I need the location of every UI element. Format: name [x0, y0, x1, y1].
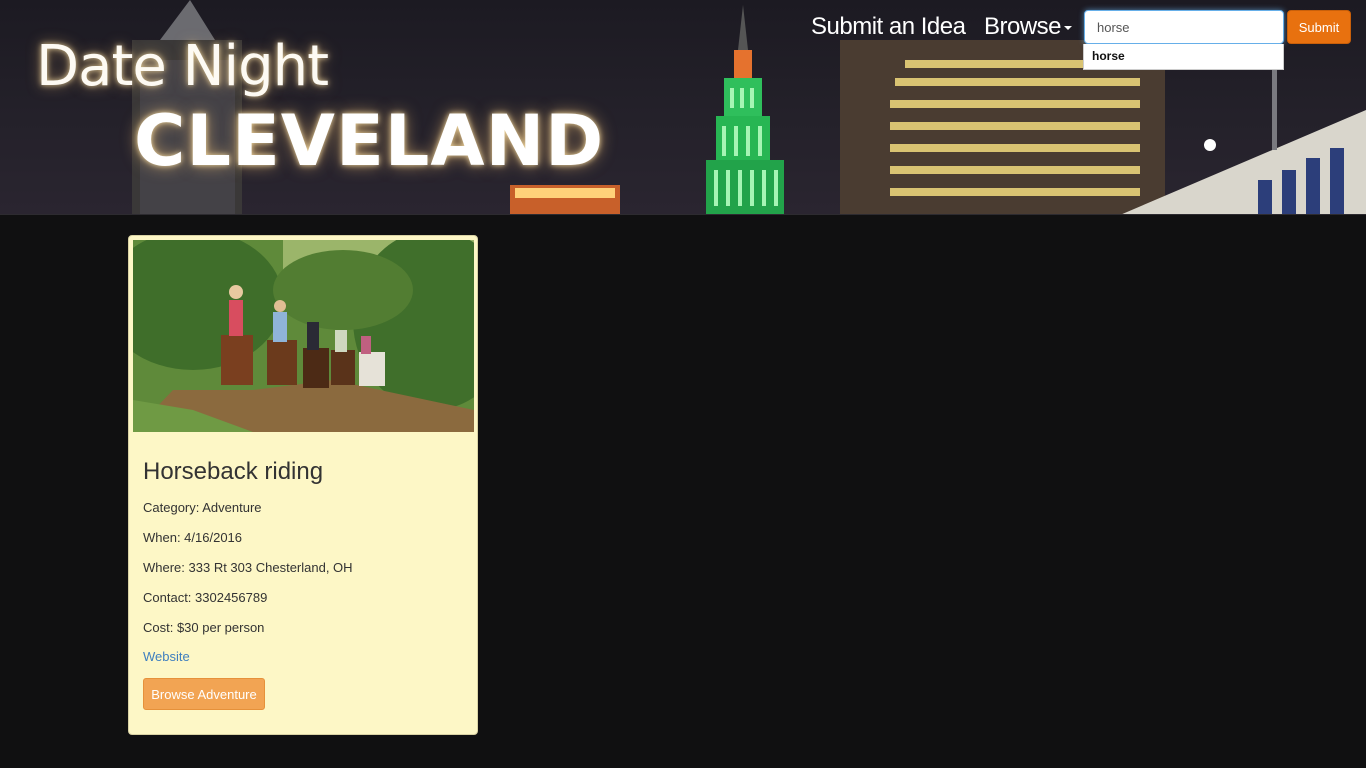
search-submit-button[interactable]: Submit	[1287, 10, 1351, 44]
card-category: Category: Adventure	[143, 500, 262, 515]
horseback-riding-photo	[133, 240, 474, 432]
card-where: Where: 333 Rt 303 Chesterland, OH	[143, 560, 353, 575]
search-input[interactable]	[1084, 10, 1284, 44]
card-cost: Cost: $30 per person	[143, 620, 265, 635]
browse-adventure-button[interactable]: Browse Adventure	[143, 678, 265, 710]
header-banner: Date Night CLEVELAND Submit an Idea Brow…	[0, 0, 1366, 215]
search-autocomplete-dropdown: horse	[1083, 44, 1284, 70]
nav-browse-label: Browse	[984, 13, 1062, 40]
card-website-link[interactable]: Website	[143, 649, 190, 664]
autocomplete-suggestion[interactable]: horse	[1092, 49, 1125, 63]
caret-down-icon	[1064, 25, 1073, 30]
date-idea-card: Horseback riding Category: Adventure Whe…	[128, 235, 478, 735]
logo-cleveland: CLEVELAND	[134, 100, 605, 182]
logo-date-night: Date Night	[36, 34, 329, 99]
nav-submit-idea-link[interactable]: Submit an Idea	[811, 10, 966, 44]
card-title: Horseback riding	[143, 458, 324, 485]
card-when: When: 4/16/2016	[143, 530, 243, 545]
nav-browse-dropdown[interactable]: Browse	[984, 10, 1073, 44]
card-contact: Contact: 3302456789	[143, 590, 268, 605]
